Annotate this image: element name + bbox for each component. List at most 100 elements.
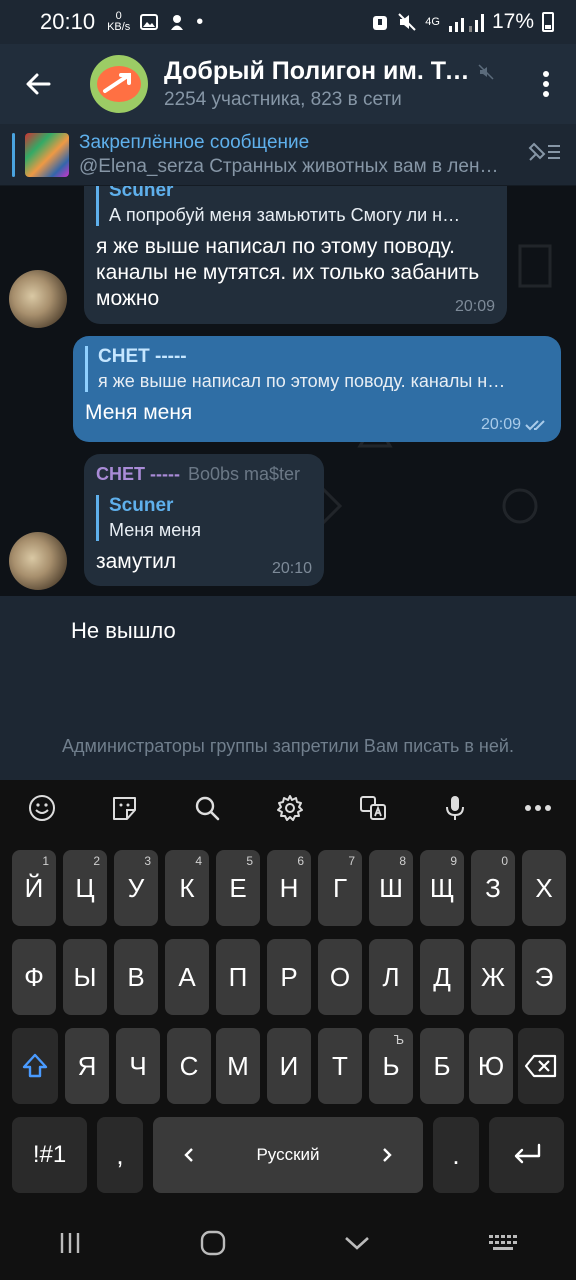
keyboard-toolbar: [0, 780, 576, 836]
pinned-thumbnail: [25, 132, 69, 177]
group-avatar[interactable]: [90, 55, 148, 113]
key-й[interactable]: Й1: [12, 850, 56, 926]
sticker-icon: [112, 797, 136, 820]
settings-button[interactable]: [274, 792, 306, 824]
system-nav-bar: [0, 1210, 576, 1280]
chat-area[interactable]: Scuner А попробуй меня замьютить Смогу л…: [0, 186, 576, 596]
key-ж[interactable]: Ж: [471, 939, 515, 1015]
key-я[interactable]: Я: [65, 1028, 109, 1104]
backspace-key[interactable]: [518, 1028, 564, 1104]
key-ы[interactable]: Ы: [63, 939, 107, 1015]
enter-key[interactable]: [489, 1117, 564, 1193]
backspace-icon: [524, 1054, 557, 1078]
key-м[interactable]: М: [216, 1028, 260, 1104]
pinned-message-bar[interactable]: Закреплённое сообщение @Elena_serza Стра…: [0, 124, 576, 186]
keyboard-switch-button[interactable]: [488, 1233, 518, 1258]
key-б[interactable]: Б: [420, 1028, 464, 1104]
back-button[interactable]: [0, 44, 76, 124]
key-з[interactable]: З0: [471, 850, 515, 926]
period-key[interactable]: .: [433, 1117, 479, 1193]
key-е[interactable]: Е5: [216, 850, 260, 926]
key-о[interactable]: О: [318, 939, 362, 1015]
key-ч[interactable]: Ч: [116, 1028, 160, 1104]
composer-area: Не вышло Администраторы группы запретили…: [0, 596, 576, 780]
emoji-button[interactable]: [26, 792, 58, 824]
recents-button[interactable]: [58, 1231, 82, 1260]
home-button[interactable]: [199, 1229, 227, 1262]
reply-preview[interactable]: Scuner А попробуй меня замьютить Смогу л…: [96, 186, 495, 226]
chevron-down-icon: [345, 1236, 370, 1250]
hide-keyboard-button[interactable]: [343, 1234, 371, 1257]
symbols-key[interactable]: !#1: [12, 1117, 87, 1193]
keyboard: Й1 Ц2 У3 К4 Е5 Н6 Г7 Ш8 Щ9 З0 Х Ф Ы В А …: [0, 780, 576, 1210]
sender-name[interactable]: CHET -----: [96, 464, 180, 484]
message-bubble-incoming[interactable]: CHET ----- Bo0bs ma$ter Scuner Меня меня …: [84, 454, 324, 586]
microphone-icon: [446, 796, 465, 820]
translate-icon: [359, 796, 386, 820]
key-н[interactable]: Н6: [267, 850, 311, 926]
alarm-icon: [373, 16, 388, 30]
reply-author: Scuner: [109, 186, 174, 201]
search-button[interactable]: [191, 792, 223, 824]
reply-preview[interactable]: Scuner Меня меня: [96, 495, 312, 541]
reply-text: я же выше написал по этому поводу. канал…: [98, 371, 506, 391]
sender-avatar[interactable]: [9, 270, 67, 328]
key-л[interactable]: Л: [369, 939, 413, 1015]
pin-list-icon: [528, 142, 560, 161]
sticker-button[interactable]: [109, 792, 141, 824]
recents-icon: [61, 1232, 80, 1253]
write-restriction-notice: Администраторы группы запретили Вам писа…: [62, 736, 514, 756]
sender-title: Bo0bs ma$ter: [187, 464, 301, 484]
more-horizontal-icon: [524, 805, 551, 811]
key-ь[interactable]: ЬЪ: [369, 1028, 413, 1104]
mute-status-icon: [398, 13, 416, 31]
battery-percent: 17%: [491, 10, 534, 33]
home-icon: [200, 1230, 225, 1255]
reply-author: Scuner: [109, 495, 174, 516]
reply-text: А попробуй меня замьютить Смогу ли н…: [109, 205, 461, 225]
dot-icon: •: [196, 10, 204, 33]
draft-text[interactable]: Не вышло: [71, 618, 176, 644]
key-э[interactable]: Э: [522, 939, 566, 1015]
battery-icon: [542, 12, 554, 32]
key-щ[interactable]: Щ9: [420, 850, 464, 926]
key-к[interactable]: К4: [165, 850, 209, 926]
pinned-title: Закреплённое сообщение: [79, 131, 310, 153]
translate-button[interactable]: [357, 792, 389, 824]
key-ц[interactable]: Ц2: [63, 850, 107, 926]
key-д[interactable]: Д: [420, 939, 464, 1015]
message-text: я же выше написал по этому поводу. канал…: [96, 235, 480, 310]
voice-input-button[interactable]: [439, 792, 471, 824]
key-ш[interactable]: Ш8: [369, 850, 413, 926]
comma-key[interactable]: ,: [97, 1117, 143, 1193]
message-bubble-incoming[interactable]: Scuner А попробуй меня замьютить Смогу л…: [84, 186, 507, 324]
key-п[interactable]: П: [216, 939, 260, 1015]
key-х[interactable]: Х: [522, 850, 566, 926]
message-text: Меня меня: [85, 401, 193, 424]
key-т[interactable]: Т: [318, 1028, 362, 1104]
space-key[interactable]: Русский: [153, 1117, 423, 1193]
key-в[interactable]: В: [114, 939, 158, 1015]
key-ф[interactable]: Ф: [12, 939, 56, 1015]
chat-subtitle: 2254 участника, 823 в сети: [164, 89, 402, 110]
chat-title-area[interactable]: Добрый Полигон им. Тон… 2254 участника, …: [164, 57, 494, 111]
key-и[interactable]: И: [267, 1028, 311, 1104]
signal-icon: [448, 14, 484, 32]
key-ю[interactable]: Ю: [469, 1028, 513, 1104]
reply-preview[interactable]: CHET ----- я же выше написал по этому по…: [85, 346, 549, 392]
message-bubble-outgoing[interactable]: CHET ----- я же выше написал по этому по…: [73, 336, 561, 442]
status-bar: 20:10 0 KB/s • 4G 17%: [0, 0, 576, 44]
more-options-button[interactable]: [522, 792, 554, 824]
key-г[interactable]: Г7: [318, 850, 362, 926]
reply-author: CHET -----: [98, 346, 187, 367]
pinned-list-button[interactable]: [526, 140, 562, 169]
shift-key[interactable]: [12, 1028, 58, 1104]
more-menu-button[interactable]: [516, 44, 576, 124]
chat-title: Добрый Полигон им. Тон…: [164, 57, 470, 85]
sender-avatar[interactable]: [9, 532, 67, 590]
key-с[interactable]: С: [167, 1028, 211, 1104]
shift-icon: [22, 1053, 48, 1078]
key-у[interactable]: У3: [114, 850, 158, 926]
key-а[interactable]: А: [165, 939, 209, 1015]
key-р[interactable]: Р: [267, 939, 311, 1015]
